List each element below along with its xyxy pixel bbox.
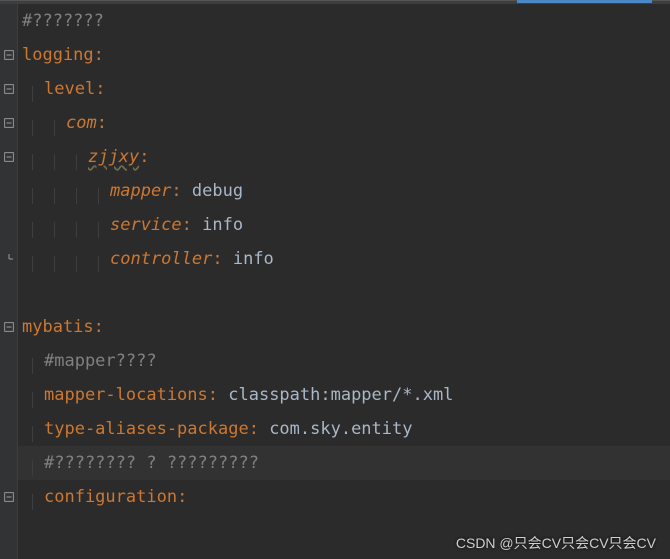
yaml-value: classpath:mapper/*.xml: [228, 385, 453, 405]
code-line[interactable]: type-aliases-package: com.sky.entity: [22, 412, 670, 446]
code-line[interactable]: com:: [22, 106, 670, 140]
yaml-key: mapper: [110, 181, 171, 201]
code-line[interactable]: #???????: [22, 4, 670, 38]
fold-end-icon: [3, 253, 15, 265]
comment-text: #mapper????: [44, 351, 157, 371]
yaml-key: service: [110, 215, 182, 235]
yaml-value: com.sky.entity: [269, 419, 412, 439]
code-line[interactable]: service: info: [22, 208, 670, 242]
fold-collapse-icon[interactable]: [3, 491, 15, 503]
colon: :: [97, 113, 107, 133]
code-line[interactable]: configuration:: [22, 480, 670, 514]
fold-collapse-icon[interactable]: [3, 151, 15, 163]
code-line[interactable]: [22, 276, 670, 310]
fold-collapse-icon[interactable]: [3, 83, 15, 95]
watermark: CSDN @只会CV只会CV只会CV: [456, 533, 656, 553]
yaml-key: mapper-locations: [44, 385, 208, 405]
gutter: [0, 4, 18, 559]
yaml-key: controller: [110, 249, 212, 269]
colon: :: [94, 45, 104, 65]
colon: :: [139, 147, 149, 167]
colon: :: [182, 215, 202, 235]
code-line[interactable]: mapper-locations: classpath:mapper/*.xml: [22, 378, 670, 412]
colon: :: [212, 249, 232, 269]
yaml-key: configuration: [44, 487, 177, 507]
yaml-key: com: [66, 113, 97, 133]
fold-collapse-icon[interactable]: [3, 117, 15, 129]
code-line[interactable]: controller: info: [22, 242, 670, 276]
code-line[interactable]: mapper: debug: [22, 174, 670, 208]
yaml-value: debug: [192, 181, 243, 201]
colon: :: [208, 385, 228, 405]
fold-collapse-icon[interactable]: [3, 49, 15, 61]
yaml-key: zjjxy: [88, 147, 139, 167]
code-line[interactable]: zjjxy:: [22, 140, 670, 174]
code-line[interactable]: level:: [22, 72, 670, 106]
code-line[interactable]: #???????? ? ?????????: [22, 446, 670, 480]
colon: :: [249, 419, 269, 439]
code-editor[interactable]: #???????logging:level:com:zjjxy:mapper: …: [18, 4, 670, 514]
yaml-key: logging: [22, 45, 94, 65]
code-line[interactable]: mybatis:: [22, 310, 670, 344]
comment-text: #???????: [22, 11, 104, 31]
code-line[interactable]: #mapper????: [22, 344, 670, 378]
colon: :: [171, 181, 191, 201]
colon: :: [95, 79, 105, 99]
yaml-value: info: [202, 215, 243, 235]
code-line[interactable]: logging:: [22, 38, 670, 72]
yaml-key: level: [44, 79, 95, 99]
colon: :: [177, 487, 187, 507]
comment-text: #???????? ? ?????????: [44, 453, 259, 473]
yaml-key: type-aliases-package: [44, 419, 249, 439]
yaml-value: info: [233, 249, 274, 269]
colon: :: [94, 317, 104, 337]
active-tab-indicator: [517, 0, 652, 3]
yaml-key: mybatis: [22, 317, 94, 337]
fold-collapse-icon[interactable]: [3, 321, 15, 333]
